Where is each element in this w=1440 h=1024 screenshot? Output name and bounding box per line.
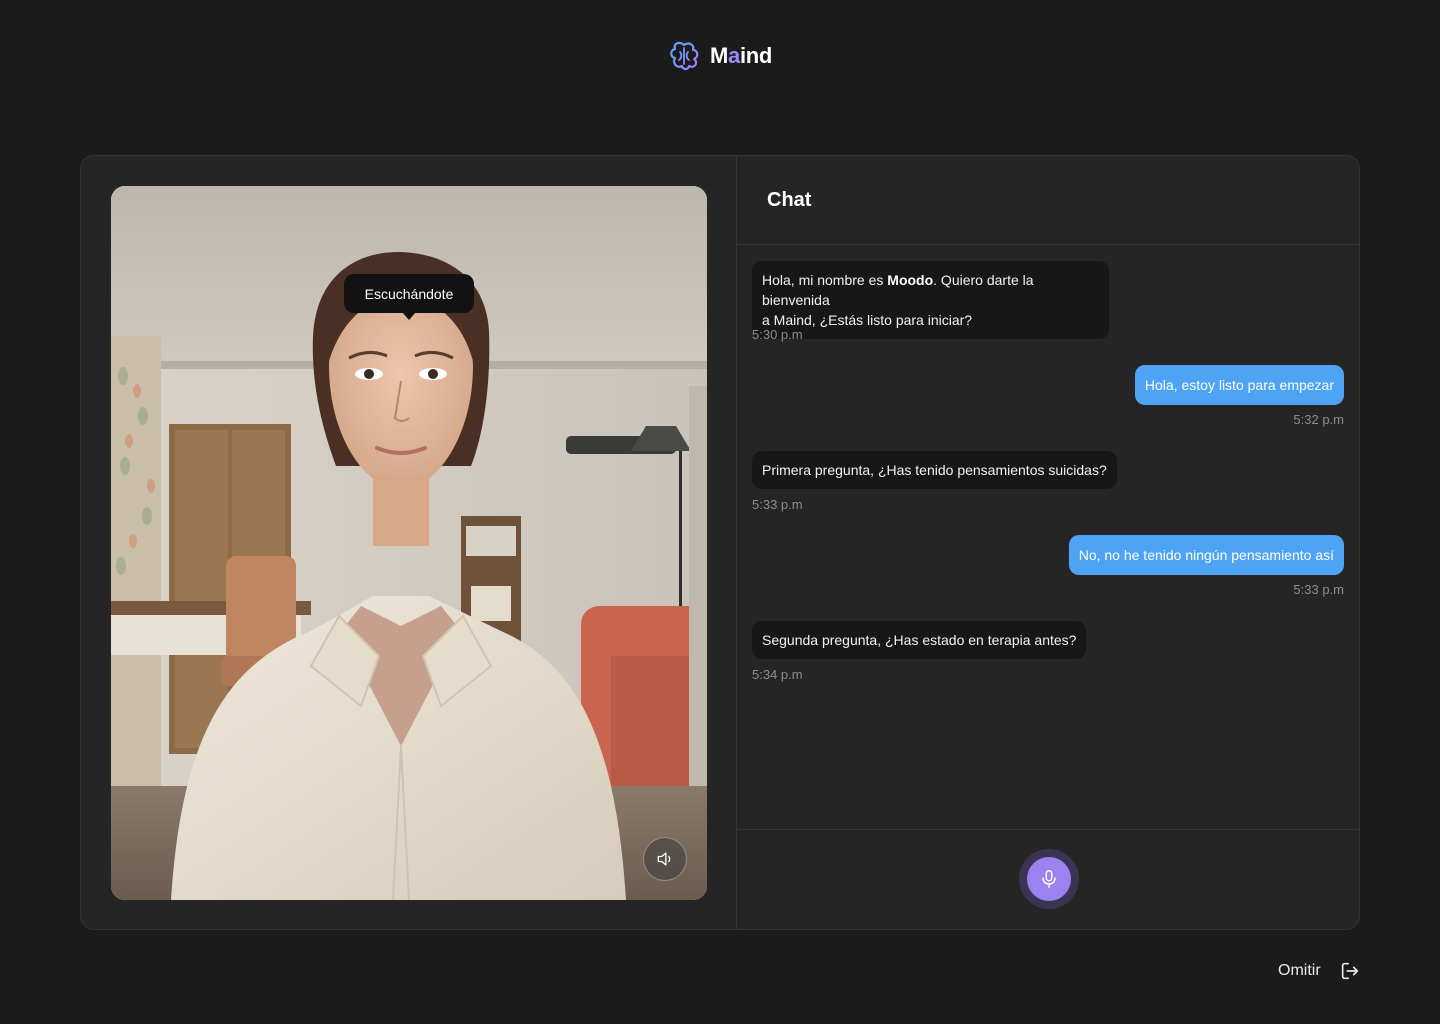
listening-status-tooltip: Escuchándote <box>344 274 474 320</box>
chat-message-outgoing: Hola, estoy listo para empezar <box>1134 365 1344 405</box>
message-timestamp: 5:33 p.m <box>752 497 803 512</box>
message-timestamp: 5:32 p.m <box>1293 412 1344 427</box>
microphone-button-inner[interactable] <box>1027 857 1071 901</box>
chat-title: Chat <box>767 189 812 211</box>
avatar-video: Escuchándote <box>111 186 707 900</box>
microphone-button[interactable] <box>1019 849 1079 909</box>
chat-message-outgoing: No, no he tenido ningún pensamiento así <box>1068 535 1344 575</box>
microphone-icon <box>1042 870 1056 888</box>
skip-label: Omitir <box>1278 962 1321 979</box>
chat-header-divider <box>737 244 1359 245</box>
brand-logo: Maind <box>668 40 772 72</box>
chat-message-incoming: Hola, mi nombre es Moodo. Quiero darte l… <box>752 261 1109 339</box>
chat-footer-divider <box>737 829 1359 830</box>
exit-icon <box>1341 962 1358 980</box>
panel-divider <box>736 156 737 929</box>
brain-logo-icon <box>670 41 699 71</box>
speaker-icon <box>657 852 671 866</box>
message-timestamp: 5:34 p.m <box>752 667 803 682</box>
message-timestamp: 5:33 p.m <box>1293 582 1344 597</box>
message-timestamp: 5:30 p.m <box>752 327 803 342</box>
chat-message-incoming: Primera pregunta, ¿Has tenido pensamient… <box>752 451 1117 489</box>
session-card: Escuchándote Chat Hola, mi nombre es Moo… <box>80 155 1360 930</box>
skip-button[interactable]: Omitir <box>1278 960 1361 982</box>
brand-name: Maind <box>710 43 773 68</box>
volume-button[interactable] <box>643 837 687 881</box>
chat-message-incoming: Segunda pregunta, ¿Has estado en terapia… <box>752 621 1087 659</box>
